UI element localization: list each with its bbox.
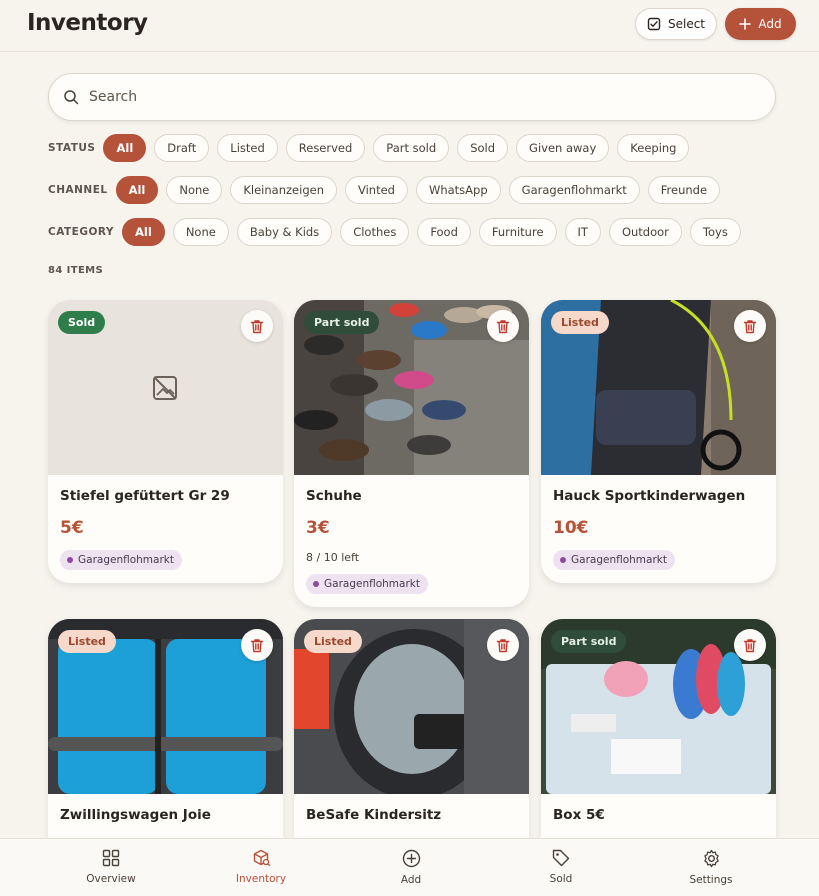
delete-button[interactable]: [734, 629, 766, 661]
item-card[interactable]: Sold Stiefel gefüttert Gr 29 5€ Garagenf…: [48, 300, 283, 583]
status-filter-row: STATUS All Draft Listed Reserved Part so…: [48, 134, 690, 162]
plus-circle-icon: [402, 849, 420, 868]
item-card[interactable]: Listed BeSafe Kindersitz: [294, 619, 529, 859]
nav-item-settings[interactable]: Settings: [666, 849, 756, 886]
status-chip-given-away[interactable]: Given away: [516, 134, 610, 162]
trash-icon: [250, 638, 264, 652]
status-badge: Part sold: [551, 630, 627, 653]
status-badge: Listed: [58, 630, 116, 653]
item-name: Stiefel gefüttert Gr 29: [60, 488, 230, 504]
nav-label: Sold: [549, 873, 573, 885]
delete-button[interactable]: [241, 310, 273, 342]
channel-tag: Garagenflohmarkt: [553, 550, 675, 570]
status-badge: Listed: [551, 311, 609, 334]
nav-item-overview[interactable]: Overview: [66, 849, 156, 885]
channel-chip-vinted[interactable]: Vinted: [344, 176, 408, 204]
channel-chip-kleinanzeigen[interactable]: Kleinanzeigen: [230, 176, 337, 204]
search-bar[interactable]: [48, 73, 776, 121]
channel-tag: Garagenflohmarkt: [60, 550, 182, 570]
category-chip-clothes[interactable]: Clothes: [340, 218, 410, 246]
category-chip-none[interactable]: None: [172, 218, 229, 246]
category-chip-furniture[interactable]: Furniture: [478, 218, 557, 246]
item-price: 5€: [60, 518, 84, 538]
channel-filter-label: CHANNEL: [48, 184, 108, 196]
category-chip-it[interactable]: IT: [564, 218, 601, 246]
channel-chip-freunde[interactable]: Freunde: [647, 176, 721, 204]
trash-icon: [743, 319, 757, 333]
tag-icon: [552, 849, 570, 867]
item-card[interactable]: Listed Zwillingswagen Joie: [48, 619, 283, 859]
item-count: 84 ITEMS: [48, 265, 104, 276]
item-name: Box 5€: [553, 807, 605, 823]
category-chip-baby-kids[interactable]: Baby & Kids: [236, 218, 333, 246]
quantity-left: 8 / 10 left: [306, 551, 360, 564]
bottom-nav: Overview Inventory Add Sold Settings: [0, 838, 819, 896]
item-name: Hauck Sportkinderwagen: [553, 488, 746, 504]
channel-filter-row: CHANNEL All None Kleinanzeigen Vinted Wh…: [48, 176, 721, 204]
delete-button[interactable]: [241, 629, 273, 661]
item-card[interactable]: Part sold Schuhe 3€ 8 / 10 left Garagenf…: [294, 300, 529, 607]
item-card[interactable]: Part sold Box 5€: [541, 619, 776, 859]
channel-tag-label: Garagenflohmarkt: [571, 554, 667, 566]
trash-icon: [496, 319, 510, 333]
channel-chip-garagenflohmarkt[interactable]: Garagenflohmarkt: [508, 176, 640, 204]
status-chip-draft[interactable]: Draft: [154, 134, 210, 162]
delete-button[interactable]: [487, 310, 519, 342]
plus-icon: [739, 18, 752, 30]
status-chip-all[interactable]: All: [103, 134, 147, 162]
channel-chip-whatsapp[interactable]: WhatsApp: [415, 176, 501, 204]
channel-tag-label: Garagenflohmarkt: [324, 578, 420, 590]
channel-tag-label: Garagenflohmarkt: [78, 554, 174, 566]
box-search-icon: [253, 849, 270, 867]
nav-label: Overview: [86, 873, 136, 885]
no-image-icon: [153, 376, 177, 400]
category-chip-outdoor[interactable]: Outdoor: [608, 218, 682, 246]
status-badge: Sold: [58, 311, 106, 334]
trash-icon: [250, 319, 264, 333]
category-filter-row: CATEGORY All None Baby & Kids Clothes Fo…: [48, 218, 741, 246]
category-chip-toys[interactable]: Toys: [689, 218, 741, 246]
item-name: BeSafe Kindersitz: [306, 807, 442, 823]
search-input[interactable]: [89, 89, 689, 105]
nav-item-inventory[interactable]: Inventory: [216, 849, 306, 885]
status-badge: Part sold: [304, 311, 380, 334]
status-chip-sold[interactable]: Sold: [457, 134, 509, 162]
delete-button[interactable]: [487, 629, 519, 661]
status-chip-part-sold[interactable]: Part sold: [373, 134, 450, 162]
gear-icon: [703, 849, 719, 868]
category-chip-all[interactable]: All: [122, 218, 165, 246]
item-name: Zwillingswagen Joie: [60, 807, 211, 823]
select-button-label: Select: [667, 17, 706, 31]
item-name: Schuhe: [306, 488, 362, 504]
channel-chip-all[interactable]: All: [115, 176, 159, 204]
grid-icon: [102, 849, 120, 867]
page-title: Inventory: [27, 10, 148, 36]
status-badge: Listed: [304, 630, 362, 653]
item-price: 10€: [553, 518, 589, 538]
channel-chip-none[interactable]: None: [166, 176, 223, 204]
item-price: 3€: [306, 518, 330, 538]
checkbox-icon: [647, 17, 661, 31]
status-chip-listed[interactable]: Listed: [217, 134, 278, 162]
nav-item-add[interactable]: Add: [366, 849, 456, 886]
status-chip-reserved[interactable]: Reserved: [285, 134, 366, 162]
trash-icon: [496, 638, 510, 652]
delete-button[interactable]: [734, 310, 766, 342]
trash-icon: [743, 638, 757, 652]
category-filter-label: CATEGORY: [48, 226, 115, 238]
add-button-label: Add: [758, 17, 782, 31]
app-header: Inventory Select Add: [0, 0, 819, 52]
nav-label: Settings: [689, 874, 733, 886]
channel-tag: Garagenflohmarkt: [306, 574, 428, 594]
add-button[interactable]: Add: [725, 8, 796, 40]
nav-item-sold[interactable]: Sold: [516, 849, 606, 885]
category-chip-food[interactable]: Food: [417, 218, 471, 246]
status-chip-keeping[interactable]: Keeping: [617, 134, 690, 162]
status-filter-label: STATUS: [48, 142, 96, 154]
item-card[interactable]: Listed Hauck Sportkinderwagen 10€ Garage…: [541, 300, 776, 583]
nav-label: Inventory: [235, 873, 287, 885]
search-icon: [64, 90, 79, 105]
nav-label: Add: [400, 874, 422, 886]
select-button[interactable]: Select: [635, 8, 717, 40]
